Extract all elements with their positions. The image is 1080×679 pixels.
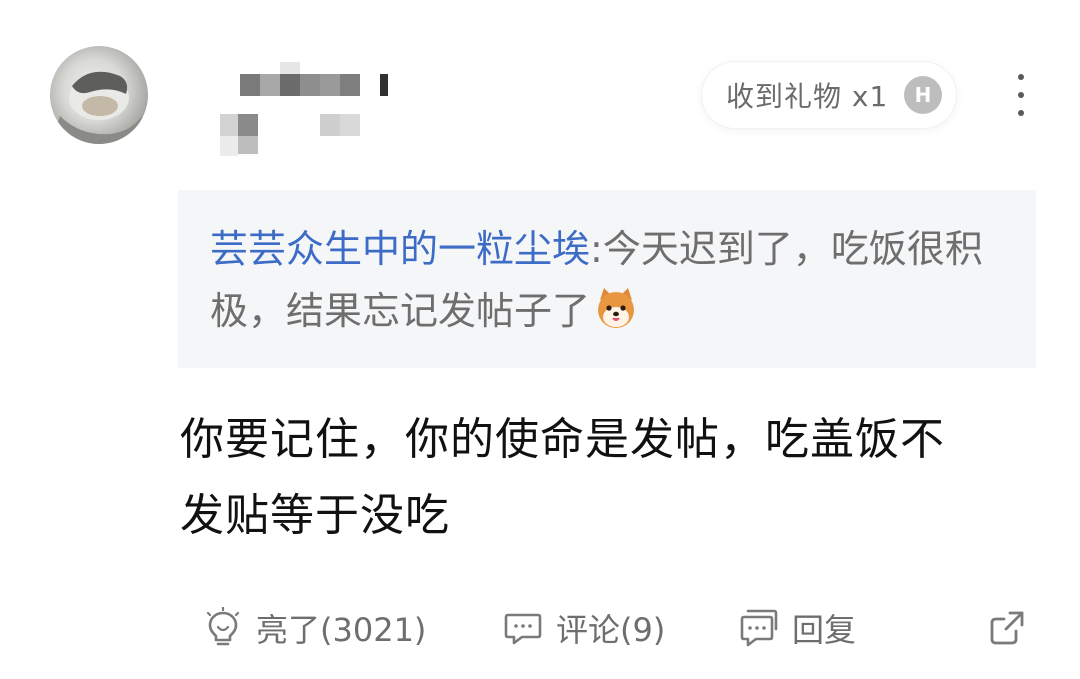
comment-button[interactable]: 评论(9) xyxy=(502,600,665,656)
reply-label: 回复 xyxy=(792,611,857,649)
quote-author-link[interactable]: 芸芸众生中的一粒尘埃 xyxy=(210,227,590,271)
comment-body: 你要记住，你的使命是发帖，吃盖饭不 发贴等于没吃 xyxy=(180,402,1040,554)
like-button[interactable]: 亮了(3021) xyxy=(202,600,426,656)
share-external-icon xyxy=(990,611,1024,645)
comment-line: 你要记住，你的使命是发帖，吃盖饭不 xyxy=(180,414,945,465)
more-dot xyxy=(1018,74,1024,80)
share-button[interactable] xyxy=(986,600,1040,656)
comment-bubble-icon xyxy=(504,613,542,645)
more-dot xyxy=(1018,92,1024,98)
like-count-label: 亮了(3021) xyxy=(256,611,427,649)
gift-received-chip[interactable]: 收到礼物 x1 H xyxy=(702,62,956,128)
comment-line: 发贴等于没吃 xyxy=(180,490,450,541)
gift-label: 收到礼物 x1 xyxy=(726,80,889,113)
lightbulb-icon xyxy=(206,607,240,646)
quoted-reply[interactable]: 芸芸众生中的一粒尘埃:今天迟到了，吃饭很积极，结果忘记发帖子了 xyxy=(178,190,1036,368)
shiba-dog-emoji xyxy=(594,286,638,330)
more-dot xyxy=(1018,110,1024,116)
comment-count-label: 评论(9) xyxy=(556,611,666,649)
quote-separator: : xyxy=(590,227,603,271)
reply-bubbles-icon xyxy=(740,609,778,647)
gift-badge-icon: H xyxy=(904,76,942,114)
user-avatar[interactable] xyxy=(50,46,148,144)
reply-button[interactable]: 回复 xyxy=(738,600,856,656)
more-vertical-icon[interactable] xyxy=(1006,74,1036,116)
username-blurred xyxy=(212,62,402,162)
action-bar: 亮了(3021) 评论(9) 回复 xyxy=(202,600,1042,656)
